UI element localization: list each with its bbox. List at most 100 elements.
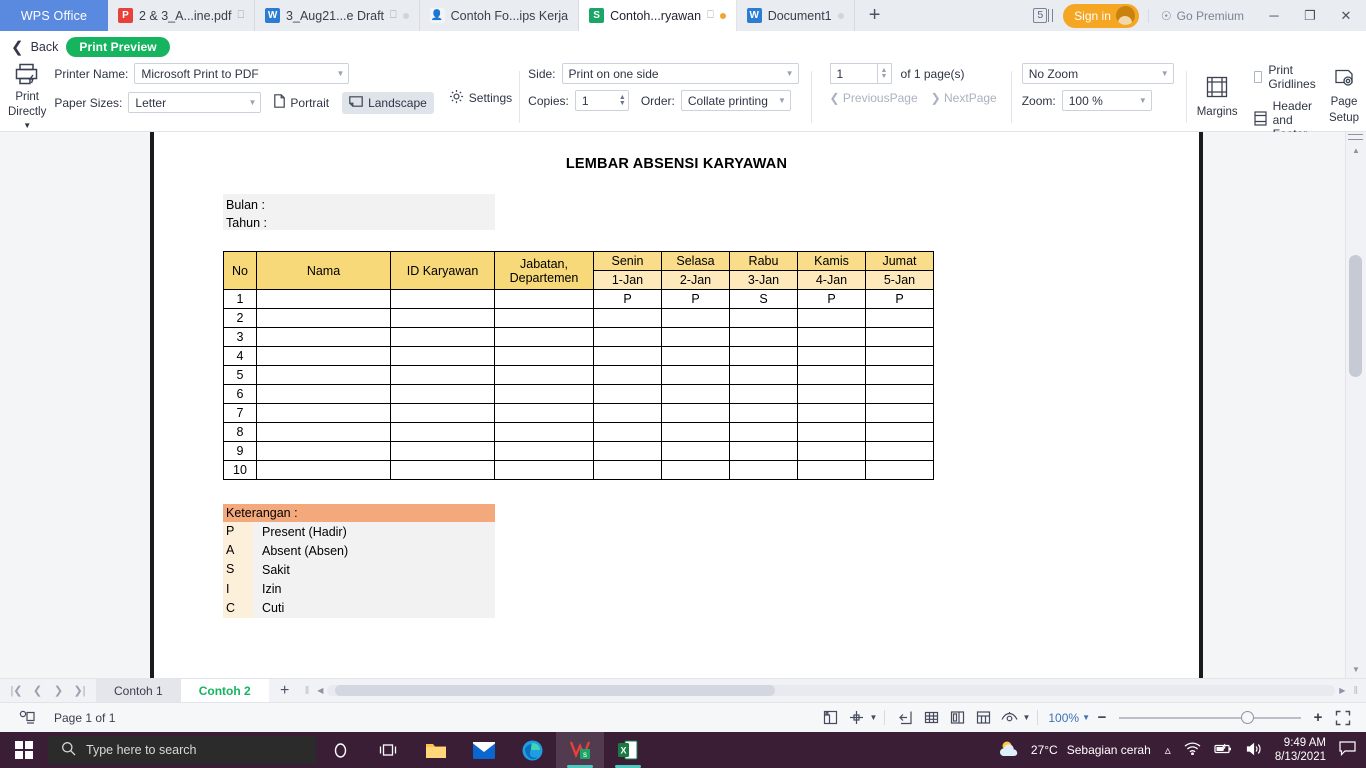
action-center-button[interactable]	[1339, 741, 1366, 759]
minimize-button[interactable]: ─	[1256, 0, 1292, 31]
weather-widget[interactable]: 27°C Sebagian cerah	[998, 739, 1165, 762]
restore-button[interactable]: ❐	[1292, 0, 1328, 31]
back-button[interactable]: ❮ Back	[11, 40, 58, 55]
chevron-down-icon[interactable]: ▼	[870, 713, 878, 722]
cell-mark: P	[661, 289, 730, 309]
settings-button[interactable]: Settings	[442, 85, 519, 111]
grid-view-icon[interactable]	[918, 705, 944, 731]
task-view-icon[interactable]	[364, 732, 412, 768]
zoom-slider-track[interactable]	[1119, 710, 1301, 724]
page-layout-view-icon[interactable]	[970, 705, 996, 731]
page-count-icon[interactable]	[818, 705, 844, 731]
cell-no: 9	[223, 441, 257, 461]
column-header-date-2: 2-Jan	[661, 270, 730, 290]
cell-mark	[661, 441, 730, 461]
sheet-tab-contoh-1[interactable]: Contoh 1	[96, 679, 181, 703]
file-explorer-icon[interactable]	[412, 732, 460, 768]
taskbar-search-box[interactable]: Type here to search	[48, 736, 316, 764]
page-setup-button[interactable]: Page Setup	[1319, 63, 1366, 131]
print-gridlines-checkbox[interactable]: Print Gridlines	[1253, 63, 1319, 91]
document-tab-document1[interactable]: W Document1	[737, 0, 855, 31]
side-select[interactable]: Print on one side ▼	[561, 63, 799, 84]
scroll-left-arrow[interactable]: ◀	[313, 686, 327, 695]
wps-office-taskbar-icon[interactable]: s	[556, 732, 604, 768]
move-cursor-icon[interactable]	[844, 705, 870, 731]
vertical-scrollbar[interactable]: ▲ ▼	[1345, 132, 1366, 678]
excel-icon[interactable]: X	[604, 732, 652, 768]
freeze-panes-icon[interactable]	[892, 705, 918, 731]
page-layout-icon[interactable]	[14, 705, 40, 731]
horizontal-scroll-thumb[interactable]	[335, 685, 776, 696]
status-divider	[1037, 710, 1039, 725]
start-button[interactable]	[0, 732, 48, 768]
eye-reading-mode-icon[interactable]	[996, 705, 1022, 731]
cortana-icon[interactable]	[316, 732, 364, 768]
new-tab-button[interactable]: +	[855, 0, 895, 31]
document-tab-word-draft[interactable]: W 3_Aug21...e Draft ⎕	[255, 0, 420, 31]
paper-sizes-select[interactable]: Letter ▼	[128, 92, 262, 113]
go-premium-button[interactable]: ☉ Go Premium	[1147, 8, 1256, 23]
page-break-view-icon[interactable]	[944, 705, 970, 731]
print-preview-header: ❮ Back Print Preview	[0, 31, 1366, 63]
volume-icon[interactable]	[1246, 742, 1263, 759]
document-tab-contoh-form[interactable]: 👤 Contoh Fo...ips Kerja	[420, 0, 580, 31]
print-directly-button[interactable]: Print Directly ▼	[8, 63, 46, 131]
cell-nama	[256, 327, 391, 347]
edge-browser-icon[interactable]	[508, 732, 556, 768]
document-tab-label: 3_Aug21...e Draft	[286, 8, 385, 23]
previous-sheet-button[interactable]: ❮	[27, 679, 48, 703]
last-sheet-button[interactable]: ❯|	[69, 679, 90, 703]
horizontal-scroll-track[interactable]	[327, 685, 1336, 696]
battery-icon[interactable]	[1214, 743, 1233, 758]
scroll-resize-handle[interactable]: ‖	[1349, 685, 1362, 697]
sheet-tab-contoh-2[interactable]: Contoh 2	[180, 679, 269, 703]
first-sheet-button[interactable]: |❮	[6, 679, 27, 703]
vertical-scroll-track[interactable]	[1346, 159, 1366, 661]
scroll-split-handle[interactable]: ‖	[301, 685, 314, 697]
document-tab-label: 2 & 3_A...ine.pdf	[139, 8, 232, 23]
portrait-button[interactable]: Portrait	[267, 90, 336, 115]
document-tab-pdf[interactable]: P 2 & 3_A...ine.pdf ⎕	[108, 0, 256, 31]
cell-mark	[661, 308, 730, 328]
landscape-button[interactable]: Landscape	[342, 91, 434, 114]
zoom-slider[interactable]: − +	[1090, 709, 1330, 726]
show-hidden-icons-chevron-icon[interactable]: ▵	[1165, 743, 1171, 757]
margins-button[interactable]: Margins	[1187, 63, 1248, 131]
cell-mark	[661, 346, 730, 366]
cell-mark	[593, 403, 662, 423]
document-tab-contoh-karyawan[interactable]: S Contoh...ryawan ⎕	[579, 0, 737, 31]
zoom-out-button[interactable]: −	[1094, 709, 1110, 726]
zoom-select[interactable]: 100 % ▼	[1061, 90, 1152, 111]
next-page-button[interactable]: ❯ NextPage	[923, 91, 997, 105]
sign-in-button[interactable]: Sign in	[1063, 3, 1139, 28]
tab-count-badge[interactable]: 5	[1023, 8, 1063, 23]
add-sheet-button[interactable]: +	[269, 679, 301, 702]
page-number-stepper[interactable]: 1 ▲ ▼	[829, 63, 892, 84]
mail-icon[interactable]	[460, 732, 508, 768]
wifi-icon[interactable]	[1184, 742, 1201, 758]
scroll-right-arrow[interactable]: ▶	[1335, 686, 1349, 695]
printer-name-select[interactable]: Microsoft Print to PDF ▼	[134, 63, 350, 84]
no-zoom-select[interactable]: No Zoom ▼	[1021, 63, 1174, 84]
chevron-down-icon[interactable]: ▼	[1082, 713, 1090, 722]
zoom-in-button[interactable]: +	[1310, 709, 1326, 726]
fit-screen-icon[interactable]	[1330, 705, 1356, 731]
zoom-percent-label[interactable]: 100%	[1045, 711, 1082, 725]
zoom-slider-knob[interactable]	[1241, 710, 1254, 724]
close-button[interactable]: ✕	[1328, 0, 1364, 31]
scroll-up-arrow[interactable]: ▲	[1346, 142, 1366, 159]
status-bar-left: Page 1 of 1	[0, 705, 115, 731]
jabatan-line-1: Jabatan,	[520, 256, 568, 271]
split-pane-handle[interactable]	[1347, 132, 1364, 142]
chevron-left-icon: ❮	[11, 38, 24, 56]
horizontal-scrollbar[interactable]: ‖ ◀ ▶ ‖	[301, 679, 1366, 702]
copies-stepper[interactable]: 1 ▲ ▼	[574, 90, 629, 111]
previous-page-button[interactable]: ❮ PreviousPage	[830, 91, 918, 105]
taskbar-clock[interactable]: 9:49 AM 8/13/2021	[1275, 736, 1339, 764]
order-select[interactable]: Collate printing ▼	[680, 90, 791, 111]
scroll-down-arrow[interactable]: ▼	[1346, 661, 1366, 678]
next-sheet-button[interactable]: ❯	[48, 679, 69, 703]
status-bar-right: ▼ ▼ 100% ▼ − +	[818, 705, 1366, 731]
vertical-scroll-thumb[interactable]	[1349, 255, 1362, 377]
chevron-down-icon[interactable]: ▼	[1022, 713, 1030, 722]
